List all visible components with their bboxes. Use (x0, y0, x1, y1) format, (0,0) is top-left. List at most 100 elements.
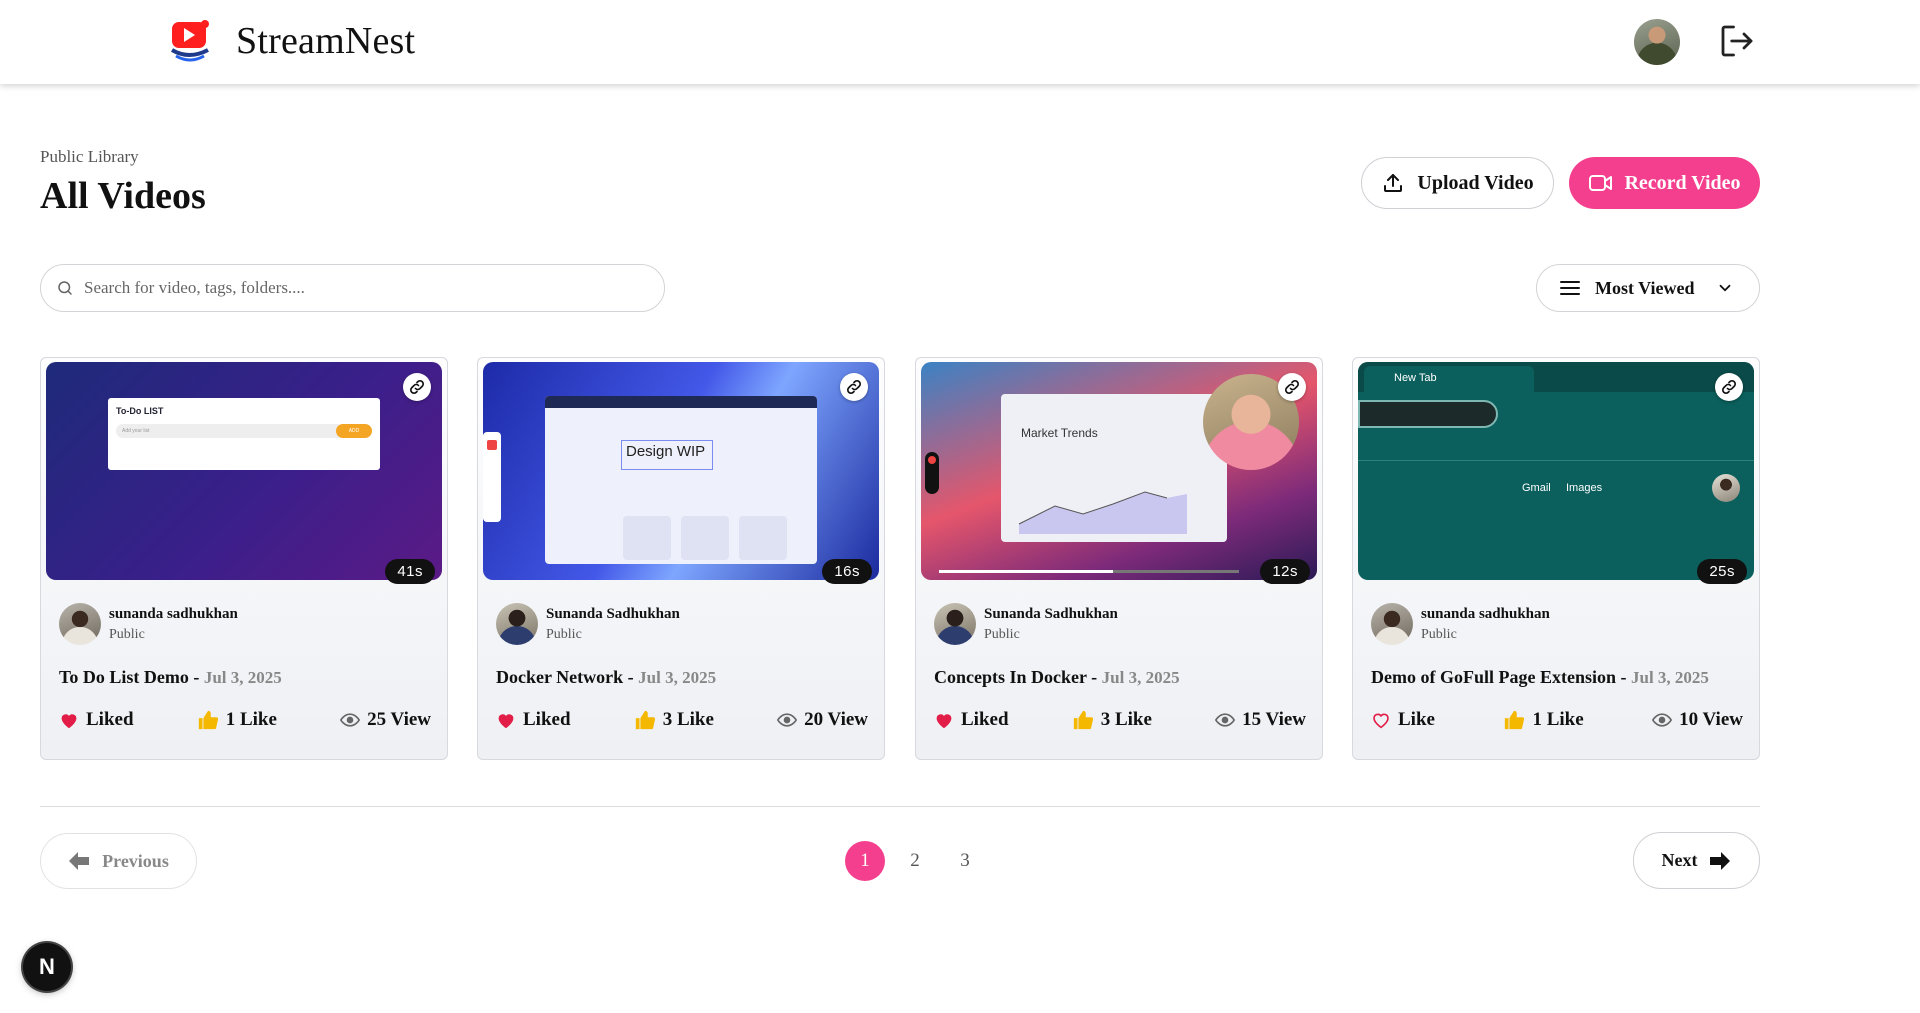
thumb-dashboard: Market Trends (1001, 394, 1227, 542)
author-info: sunanda sadhukhan Public (1371, 603, 1550, 645)
thumb-gmail: Gmail (1522, 482, 1551, 494)
thumb-new-tab: New Tab (1364, 366, 1534, 392)
views-count-label: 20 View (804, 709, 868, 730)
thumb-address-bar (1358, 400, 1498, 428)
arrow-right-icon (1710, 851, 1731, 870)
dev-tools-badge[interactable]: N (23, 943, 71, 991)
author-avatar (934, 603, 976, 645)
video-card[interactable]: Market Trends 12s Sunanda Sadhukhan Publ… (915, 357, 1323, 760)
logout-icon[interactable] (1716, 20, 1758, 62)
thumb-recorder (925, 452, 939, 494)
section-divider (40, 806, 1760, 807)
previous-label: Previous (102, 850, 169, 871)
page-numbers: 1 2 3 (845, 841, 985, 881)
like-toggle[interactable]: Liked (59, 709, 134, 731)
thumb-market-trends: Market Trends (1021, 426, 1098, 440)
video-title: Concepts In Docker - Jul 3, 2025 (934, 667, 1180, 687)
author-avatar (1371, 603, 1413, 645)
video-card[interactable]: New Tab Gmail Images 25s sunanda sadhukh… (1352, 357, 1760, 760)
view-count: 25 View (340, 709, 431, 731)
page-title: All Videos (40, 175, 206, 217)
video-thumbnail[interactable]: Design WIP (483, 362, 879, 580)
thumbs-up-icon (1073, 710, 1093, 730)
copy-link-icon[interactable] (840, 373, 868, 401)
video-card[interactable]: To-Do LIST Add your list ADD 41s sunanda… (40, 357, 448, 760)
author-avatar (496, 603, 538, 645)
duration-badge: 16s (822, 559, 872, 584)
eye-icon (777, 713, 798, 727)
duration-badge: 12s (1260, 559, 1310, 584)
copy-link-icon[interactable] (1278, 373, 1306, 401)
thumb-window: Design WIP (545, 396, 817, 564)
video-date: Jul 3, 2025 (203, 668, 282, 687)
author-avatar (59, 603, 101, 645)
video-stats: Like 1 Like 10 View (1371, 709, 1743, 731)
next-page-button[interactable]: Next (1633, 832, 1760, 889)
arrow-left-icon (69, 852, 90, 870)
search-bar[interactable] (40, 264, 665, 312)
upload-video-button[interactable]: Upload Video (1361, 157, 1554, 209)
heart-filled-icon (936, 714, 952, 729)
app-name: StreamNest (236, 20, 416, 62)
user-avatar[interactable] (1634, 19, 1680, 65)
video-thumbnail[interactable]: Market Trends (921, 362, 1317, 580)
author-name: Sunanda Sadhukhan (984, 605, 1118, 622)
thumb-todo-title: To-Do LIST (116, 406, 164, 416)
thumbs-up-icon (635, 710, 655, 730)
upload-video-label: Upload Video (1417, 171, 1534, 194)
sort-selected-label: Most Viewed (1595, 277, 1695, 298)
video-thumbnail[interactable]: New Tab Gmail Images (1358, 362, 1754, 580)
page-1-button[interactable]: 1 (845, 841, 885, 881)
likes-count-label: 3 Like (1100, 709, 1152, 730)
like-state-label: Liked (523, 709, 571, 730)
like-toggle[interactable]: Liked (934, 709, 1009, 731)
page-2-button[interactable]: 2 (895, 841, 935, 881)
like-toggle[interactable]: Like (1371, 709, 1435, 731)
like-toggle[interactable]: Liked (496, 709, 571, 731)
duration-badge: 41s (385, 559, 435, 584)
video-stats: Liked 3 Like 20 View (496, 709, 868, 731)
eye-icon (1652, 713, 1673, 727)
eye-icon (1215, 713, 1236, 727)
video-title-text: Concepts In Docker (934, 667, 1087, 687)
video-title: Docker Network - Jul 3, 2025 (496, 667, 717, 687)
record-video-button[interactable]: Record Video (1569, 157, 1760, 209)
video-stats: Liked 1 Like 25 View (59, 709, 431, 731)
copy-link-icon[interactable] (1715, 373, 1743, 401)
duration-badge: 25s (1697, 559, 1747, 584)
video-thumbnail[interactable]: To-Do LIST Add your list ADD (46, 362, 442, 580)
like-state-label: Liked (961, 709, 1009, 730)
copy-link-icon[interactable] (403, 373, 431, 401)
search-input[interactable] (84, 278, 644, 298)
heart-outline-icon (1373, 713, 1389, 729)
like-count: 1 Like (1503, 709, 1584, 731)
previous-page-button[interactable]: Previous (40, 833, 197, 889)
eye-icon (340, 713, 361, 727)
thumbs-up-icon (198, 710, 218, 730)
like-state-label: Liked (86, 709, 134, 730)
upload-icon (1384, 174, 1403, 192)
brand[interactable]: StreamNest (168, 18, 415, 64)
author-info: Sunanda Sadhukhan Public (934, 603, 1118, 645)
top-navbar: StreamNest (0, 0, 1920, 84)
visibility-label: Public (546, 626, 582, 642)
video-card[interactable]: Design WIP 16s Sunanda Sadhukhan Public … (477, 357, 885, 760)
author-name: sunanda sadhukhan (109, 605, 238, 622)
video-camera-icon (1589, 175, 1613, 191)
views-count-label: 15 View (1242, 709, 1306, 730)
sort-dropdown[interactable]: Most Viewed (1536, 264, 1760, 312)
video-title-text: Demo of GoFull Page Extension (1371, 667, 1616, 687)
view-count: 20 View (777, 709, 868, 731)
video-date: Jul 3, 2025 (1101, 668, 1180, 687)
likes-count-label: 3 Like (662, 709, 714, 730)
video-stats: Liked 3 Like 15 View (934, 709, 1306, 731)
likes-count-label: 1 Like (1532, 709, 1584, 730)
heart-filled-icon (498, 714, 514, 729)
thumb-todo-panel: To-Do LIST Add your list ADD (108, 398, 380, 470)
like-state-label: Like (1398, 709, 1435, 730)
page-3-button[interactable]: 3 (945, 841, 985, 881)
thumb-design-wip: Design WIP (621, 440, 713, 470)
thumb-todo-add: ADD (336, 424, 372, 438)
views-count-label: 10 View (1679, 709, 1743, 730)
video-title-text: Docker Network (496, 667, 624, 687)
